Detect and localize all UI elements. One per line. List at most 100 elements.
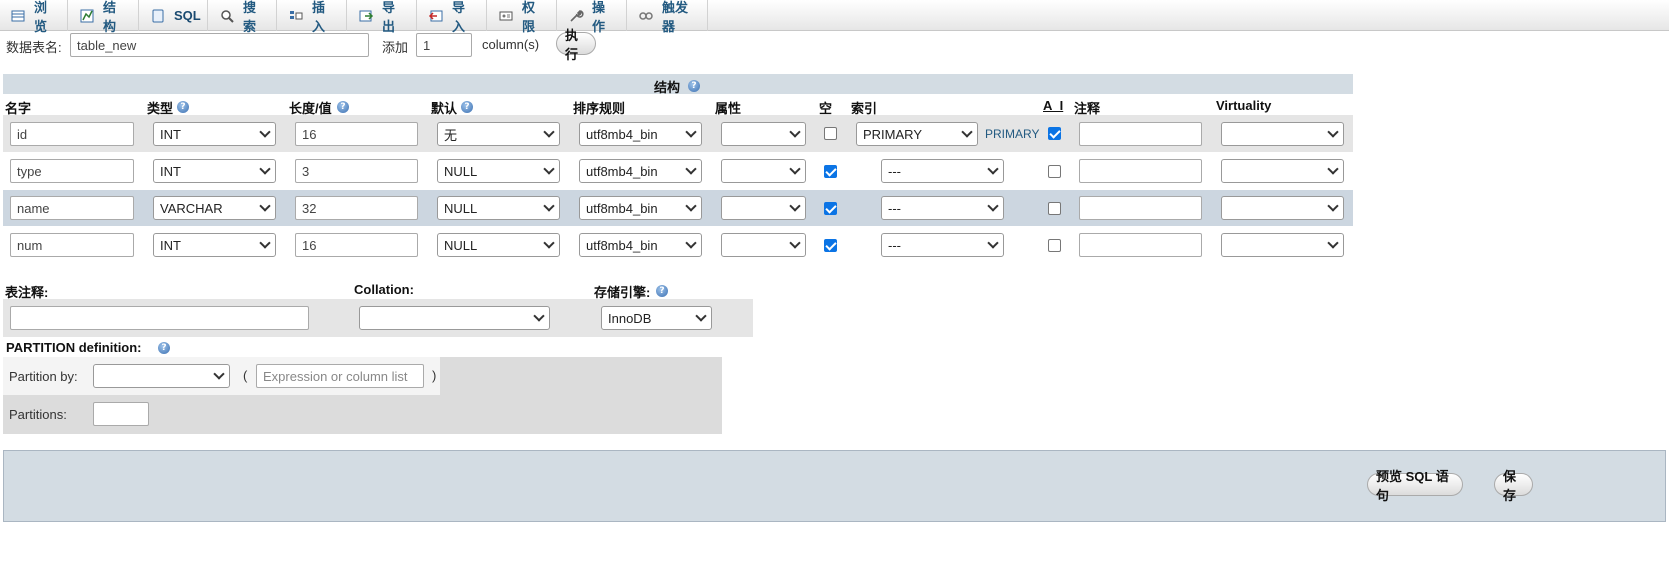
column-attributes-select[interactable] xyxy=(721,233,806,257)
auto-increment-checkbox[interactable] xyxy=(1048,127,1061,140)
table-name-input[interactable] xyxy=(70,33,369,57)
add-columns-count-input[interactable] xyxy=(416,33,472,57)
column-length-input[interactable] xyxy=(295,122,418,146)
column-type-select[interactable]: VARCHAR xyxy=(153,196,276,220)
help-icon[interactable]: ? xyxy=(461,101,473,113)
chevron-down-icon xyxy=(789,200,801,212)
chevron-down-icon xyxy=(533,310,545,322)
column-virtuality-select[interactable] xyxy=(1221,159,1344,183)
sql-icon xyxy=(150,8,166,24)
chevron-down-icon xyxy=(259,237,271,249)
column-collation-select[interactable]: utf8mb4_bin xyxy=(579,233,702,257)
column-name-input[interactable] xyxy=(10,233,134,257)
tab-label: SQL xyxy=(174,8,201,23)
tab-label: 导入 xyxy=(452,0,466,34)
null-checkbox[interactable] xyxy=(824,127,837,140)
help-icon[interactable]: ? xyxy=(656,285,668,297)
tab-triggers[interactable]: 触发器 xyxy=(628,0,708,34)
help-icon[interactable]: ? xyxy=(337,101,349,113)
column-type-select[interactable]: INT xyxy=(153,233,276,257)
column-default-select[interactable]: NULL xyxy=(437,233,560,257)
column-virtuality-select[interactable] xyxy=(1221,196,1344,220)
header-auto-increment: A_I xyxy=(1043,98,1064,113)
column-length-input[interactable] xyxy=(295,196,418,220)
partitions-count-input[interactable] xyxy=(93,402,149,426)
selected-value: NULL xyxy=(444,163,478,179)
chevron-down-icon xyxy=(259,200,271,212)
tab-structure[interactable]: 结构 xyxy=(69,0,139,34)
tab-export[interactable]: 导出 xyxy=(348,0,417,34)
top-tab-bar: 浏览 结构 SQL 搜索 插入 导出 导入 权限 操作 触发器 xyxy=(0,0,1669,34)
column-comment-input[interactable] xyxy=(1079,159,1202,183)
wrench-icon xyxy=(568,8,584,24)
chevron-down-icon xyxy=(259,163,271,175)
auto-increment-checkbox[interactable] xyxy=(1048,165,1061,178)
column-collation-select[interactable]: utf8mb4_bin xyxy=(579,196,702,220)
column-comment-input[interactable] xyxy=(1079,233,1202,257)
column-collation-select[interactable]: utf8mb4_bin xyxy=(579,122,702,146)
selected-value: PRIMARY xyxy=(863,126,922,142)
browse-icon xyxy=(10,8,26,24)
tab-browse[interactable]: 浏览 xyxy=(0,0,68,34)
preview-sql-button[interactable]: 预览 SQL 语句 xyxy=(1367,469,1463,503)
null-checkbox[interactable] xyxy=(824,202,837,215)
column-collation-select[interactable]: utf8mb4_bin xyxy=(579,159,702,183)
insert-icon xyxy=(288,8,304,24)
tab-import[interactable]: 导入 xyxy=(418,0,487,34)
column-name-input[interactable] xyxy=(10,122,134,146)
add-label: 添加 xyxy=(382,40,409,55)
column-length-input[interactable] xyxy=(295,159,418,183)
column-index-select[interactable]: --- xyxy=(881,159,1004,183)
column-index-select[interactable]: --- xyxy=(881,233,1004,257)
triggers-icon xyxy=(638,8,654,24)
null-checkbox[interactable] xyxy=(824,239,837,252)
auto-increment-checkbox[interactable] xyxy=(1048,202,1061,215)
storage-engine-select[interactable]: InnoDB xyxy=(601,306,712,330)
selected-value: 无 xyxy=(444,127,458,143)
help-icon[interactable]: ? xyxy=(158,342,170,354)
partition-expression-input[interactable] xyxy=(256,364,424,388)
column-attributes-select[interactable] xyxy=(721,159,806,183)
help-icon[interactable]: ? xyxy=(177,101,189,113)
column-name-input[interactable] xyxy=(10,196,134,220)
help-icon[interactable]: ? xyxy=(688,80,700,92)
column-length-input[interactable] xyxy=(295,233,418,257)
column-attributes-select[interactable] xyxy=(721,196,806,220)
table-collation-select[interactable] xyxy=(359,306,550,330)
column-virtuality-select[interactable] xyxy=(1221,233,1344,257)
null-checkbox[interactable] xyxy=(824,165,837,178)
auto-increment-checkbox[interactable] xyxy=(1048,239,1061,252)
tab-label: 搜索 xyxy=(243,0,257,34)
column-default-select[interactable]: NULL xyxy=(437,159,560,183)
save-button[interactable]: 保存 xyxy=(1494,469,1533,503)
tab-label: 结构 xyxy=(103,0,117,34)
tab-search[interactable]: 搜索 xyxy=(209,0,277,34)
selected-value: INT xyxy=(160,237,181,253)
selected-value: INT xyxy=(160,126,181,142)
tab-label: 导出 xyxy=(382,0,396,34)
column-default-select[interactable]: NULL xyxy=(437,196,560,220)
column-type-select[interactable]: INT xyxy=(153,122,276,146)
selected-value: utf8mb4_bin xyxy=(586,126,658,142)
column-comment-input[interactable] xyxy=(1079,122,1202,146)
column-comment-input[interactable] xyxy=(1079,196,1202,220)
chevron-down-icon xyxy=(1327,163,1339,175)
chevron-down-icon xyxy=(1327,200,1339,212)
column-default-select[interactable]: 无 xyxy=(437,122,560,146)
tab-sql[interactable]: SQL xyxy=(140,0,208,31)
column-virtuality-select[interactable] xyxy=(1221,122,1344,146)
table-comment-input[interactable] xyxy=(10,306,309,330)
tab-privileges[interactable]: 权限 xyxy=(488,0,557,34)
selected-value: --- xyxy=(888,237,901,253)
chevron-down-icon xyxy=(1327,237,1339,249)
column-attributes-select[interactable] xyxy=(721,122,806,146)
column-index-select[interactable]: --- xyxy=(881,196,1004,220)
tab-insert[interactable]: 插入 xyxy=(278,0,347,34)
column-name-input[interactable] xyxy=(10,159,134,183)
selected-value: VARCHAR xyxy=(160,200,223,216)
column-index-select[interactable]: PRIMARY xyxy=(856,122,978,146)
column-type-select[interactable]: INT xyxy=(153,159,276,183)
tab-label: 操作 xyxy=(592,0,606,34)
add-columns-go-button[interactable]: 执行 xyxy=(556,28,596,62)
partition-by-select[interactable] xyxy=(93,364,230,388)
